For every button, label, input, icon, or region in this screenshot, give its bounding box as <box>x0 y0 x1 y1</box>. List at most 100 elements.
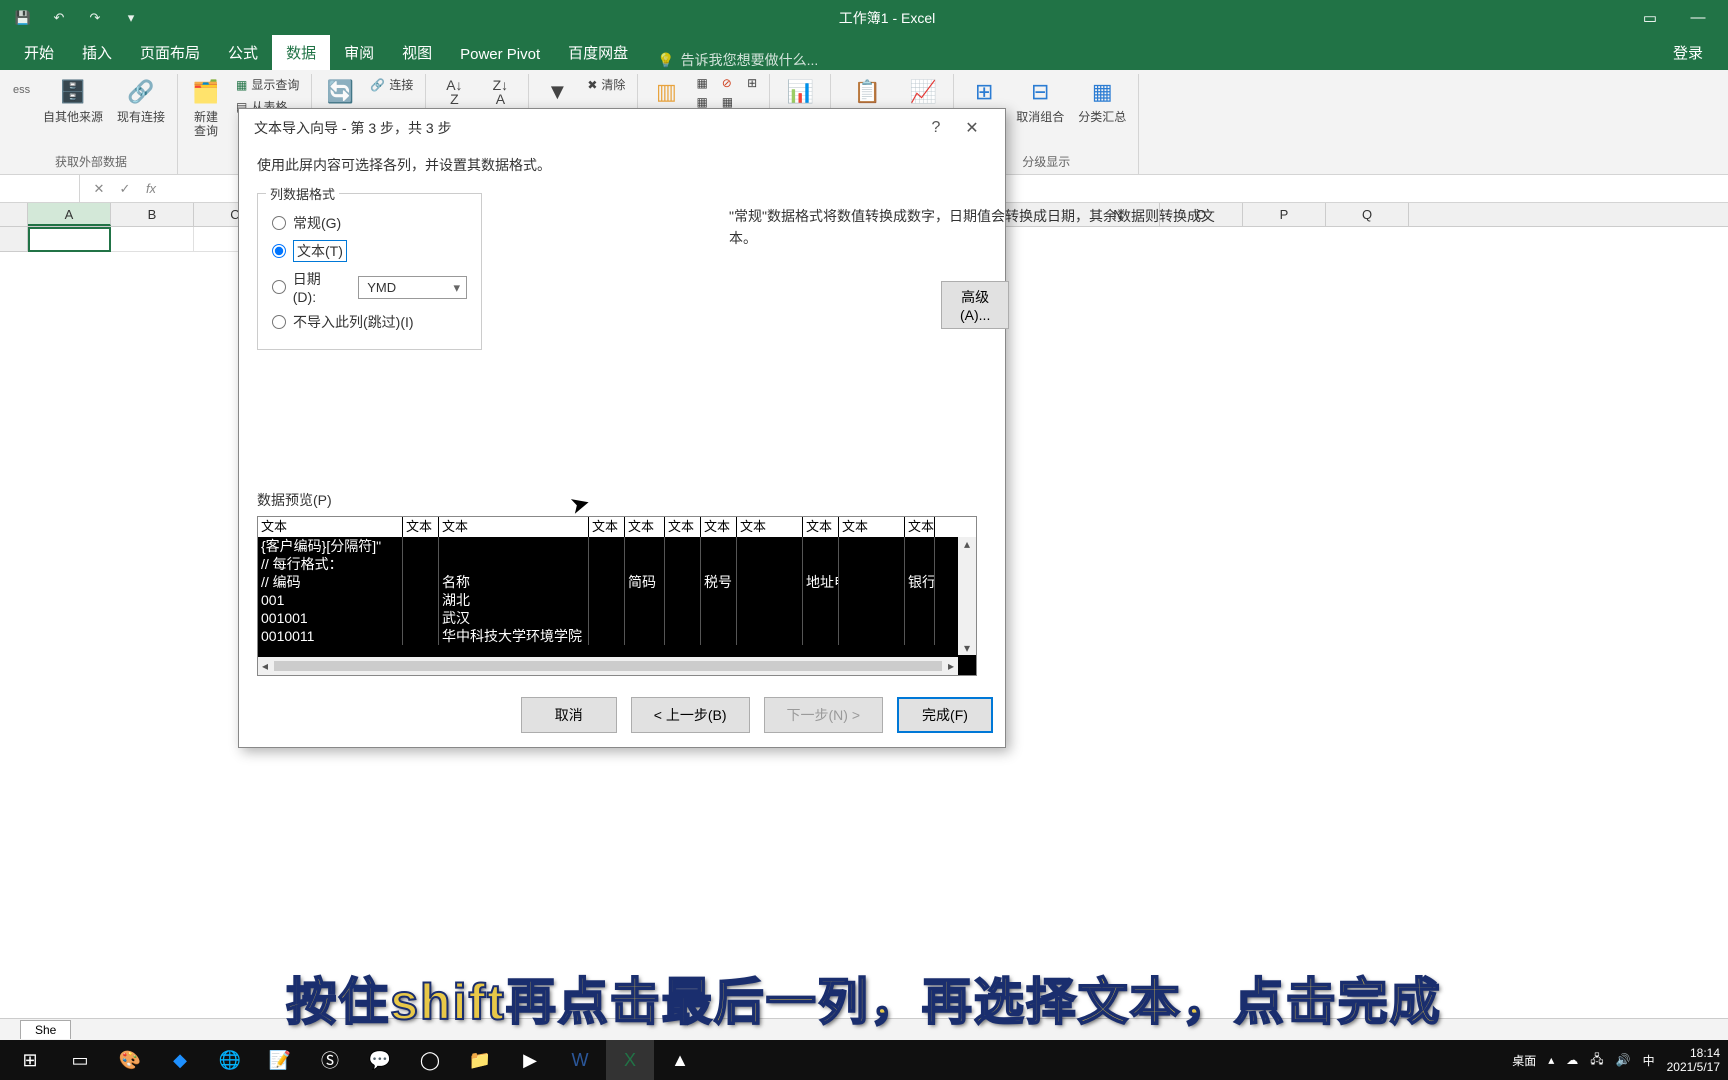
excel-icon[interactable]: X <box>606 1040 654 1080</box>
tab-powerpivot[interactable]: Power Pivot <box>446 39 554 70</box>
radio-general[interactable]: 常规(G) <box>272 213 467 233</box>
login-button[interactable]: 登录 <box>1663 35 1713 70</box>
subtitle-overlay: 按住shift再点击最后一列，再选择文本，点击完成 <box>0 962 1728 1034</box>
tab-review[interactable]: 审阅 <box>330 35 388 70</box>
refresh-icon: 🔄 <box>324 76 356 108</box>
minimize-icon[interactable]: — <box>1678 9 1718 27</box>
tab-data[interactable]: 数据 <box>272 35 330 70</box>
ribbon-options-icon[interactable]: ▭ <box>1630 9 1670 27</box>
preview-hscroll[interactable]: ◂▸ <box>258 657 958 675</box>
onedrive-icon[interactable]: ☁ <box>1566 1053 1578 1067</box>
tray-up-icon[interactable]: ▴ <box>1548 1053 1554 1067</box>
radio-skip[interactable]: 不导入此列(跳过)(I) <box>272 312 467 332</box>
redo-icon[interactable]: ↷ <box>82 5 108 31</box>
show-query-button[interactable]: ▦显示查询 <box>232 74 303 95</box>
explorer-icon[interactable]: 📁 <box>456 1040 504 1080</box>
existing-conn-button[interactable]: 🔗现有连接 <box>113 74 169 126</box>
radio-text[interactable]: 文本(T) <box>272 240 467 262</box>
fill-icon: ▦ <box>696 76 707 90</box>
name-box[interactable] <box>0 175 80 202</box>
notes-icon[interactable]: 📝 <box>256 1040 304 1080</box>
text-to-col-button[interactable]: ▥ <box>646 74 686 110</box>
advanced-button[interactable]: 高级(A)... <box>941 281 1009 329</box>
wechat-icon[interactable]: 💬 <box>356 1040 404 1080</box>
video-icon[interactable]: ▶ <box>506 1040 554 1080</box>
cancel-button[interactable]: 取消 <box>521 697 617 733</box>
tab-insert[interactable]: 插入 <box>68 35 126 70</box>
desktop-button[interactable]: 桌面 <box>1512 1052 1536 1069</box>
close-button[interactable]: ✕ <box>954 118 990 138</box>
help-button[interactable]: ? <box>918 119 954 137</box>
tell-me[interactable]: 💡 告诉我您想要做什么... <box>657 50 818 70</box>
preview-vscroll[interactable]: ▴▾ <box>958 537 976 655</box>
word-icon[interactable]: W <box>556 1040 604 1080</box>
clock[interactable]: 18:142021/5/17 <box>1667 1046 1720 1075</box>
dup-icon: ▦ <box>696 95 707 109</box>
col-header[interactable]: A <box>28 203 111 226</box>
row-header[interactable] <box>0 227 28 252</box>
quick-access-toolbar: 💾 ↶ ↷ ▾ <box>0 5 154 31</box>
scroll-up-icon: ▴ <box>964 537 970 551</box>
browser-icon[interactable]: 🌐 <box>206 1040 254 1080</box>
group-label: 获取外部数据 <box>13 153 169 172</box>
sort-za-button[interactable]: Z↓A <box>480 74 520 110</box>
validate-button[interactable]: ⊘ <box>718 74 737 92</box>
flash-fill-button[interactable]: ▦ <box>692 74 711 92</box>
qat-more-icon[interactable]: ▾ <box>118 5 144 31</box>
network-icon[interactable]: 🖧 <box>1590 1050 1603 1071</box>
sort-az-button[interactable]: A↓Z <box>434 74 474 110</box>
finish-button[interactable]: 完成(F) <box>897 697 993 733</box>
col-header[interactable]: P <box>1243 203 1326 226</box>
taskview-button[interactable]: ▭ <box>56 1040 104 1080</box>
ime-button[interactable]: 中 <box>1643 1052 1655 1069</box>
tab-formula[interactable]: 公式 <box>214 35 272 70</box>
radio-date[interactable]: 日期(D):YMD <box>272 269 467 305</box>
tab-view[interactable]: 视图 <box>388 35 446 70</box>
refresh-button[interactable]: 🔄 <box>320 74 360 110</box>
whatif-icon: 📋 <box>851 76 883 108</box>
date-format-select[interactable]: YMD <box>358 276 467 299</box>
scroll-right-icon: ▸ <box>948 659 954 673</box>
cancel-fx-icon[interactable]: ✕ <box>90 181 108 197</box>
save-icon[interactable]: 💾 <box>10 5 36 31</box>
bulb-icon: 💡 <box>657 52 674 69</box>
sogou-icon[interactable]: Ⓢ <box>306 1040 354 1080</box>
col-header[interactable]: Q <box>1326 203 1409 226</box>
next-button: 下一步(N) > <box>764 697 884 733</box>
filter-button[interactable]: ▼ <box>537 74 577 110</box>
subtotal-icon: ▦ <box>1086 76 1118 108</box>
confirm-fx-icon[interactable]: ✓ <box>116 181 134 197</box>
volume-icon[interactable]: 🔊 <box>1616 1053 1631 1067</box>
col-header[interactable]: B <box>111 203 194 226</box>
fx-icon[interactable]: fx <box>142 181 160 197</box>
app2-icon[interactable]: ▲ <box>656 1040 704 1080</box>
tab-baidu[interactable]: 百度网盘 <box>554 35 642 70</box>
connections-button[interactable]: 🔗连接 <box>366 74 417 95</box>
from-other-button[interactable]: 🗄️自其他来源 <box>39 74 107 126</box>
cell-a1[interactable] <box>28 227 111 252</box>
group-icon: ⊞ <box>968 76 1000 108</box>
sort-za-icon: Z↓A <box>484 76 516 108</box>
paint-icon[interactable]: 🎨 <box>106 1040 154 1080</box>
ungroup-icon: ⊟ <box>1024 76 1056 108</box>
subtotal-button[interactable]: ▦分类汇总 <box>1074 74 1130 126</box>
start-button[interactable]: ⊞ <box>6 1040 54 1080</box>
clear-button[interactable]: ✖清除 <box>583 74 629 95</box>
back-button[interactable]: < 上一步(B) <box>631 697 750 733</box>
app-icon[interactable]: ◆ <box>156 1040 204 1080</box>
ungroup-button[interactable]: ⊟取消组合 <box>1012 74 1068 126</box>
tab-layout[interactable]: 页面布局 <box>126 35 214 70</box>
data-preview[interactable]: 文本文本 文本文本 文本文本 文本文本 文本文本 文本 {客户编码}[分隔符]"… <box>257 516 977 676</box>
scroll-left-icon: ◂ <box>262 659 268 673</box>
relations-button[interactable]: ⊞ <box>743 74 761 92</box>
taskbar: ⊞ ▭ 🎨 ◆ 🌐 📝 Ⓢ 💬 ◯ 📁 ▶ W X ▲ 桌面 ▴ ☁ 🖧 🔊 中… <box>0 1040 1728 1080</box>
chrome-icon[interactable]: ◯ <box>406 1040 454 1080</box>
undo-icon[interactable]: ↶ <box>46 5 72 31</box>
cell[interactable] <box>111 227 194 252</box>
tab-home[interactable]: 开始 <box>10 35 68 70</box>
window-controls: ▭ — <box>1620 9 1728 27</box>
select-all-corner[interactable] <box>0 203 28 226</box>
forecast-icon: 📈 <box>907 76 939 108</box>
column-format-fieldset: 列数据格式 常规(G) 文本(T) 日期(D):YMD 不导入此列(跳过)(I) <box>257 193 482 350</box>
new-query-button[interactable]: 🗂️新建 查询 <box>186 74 226 141</box>
